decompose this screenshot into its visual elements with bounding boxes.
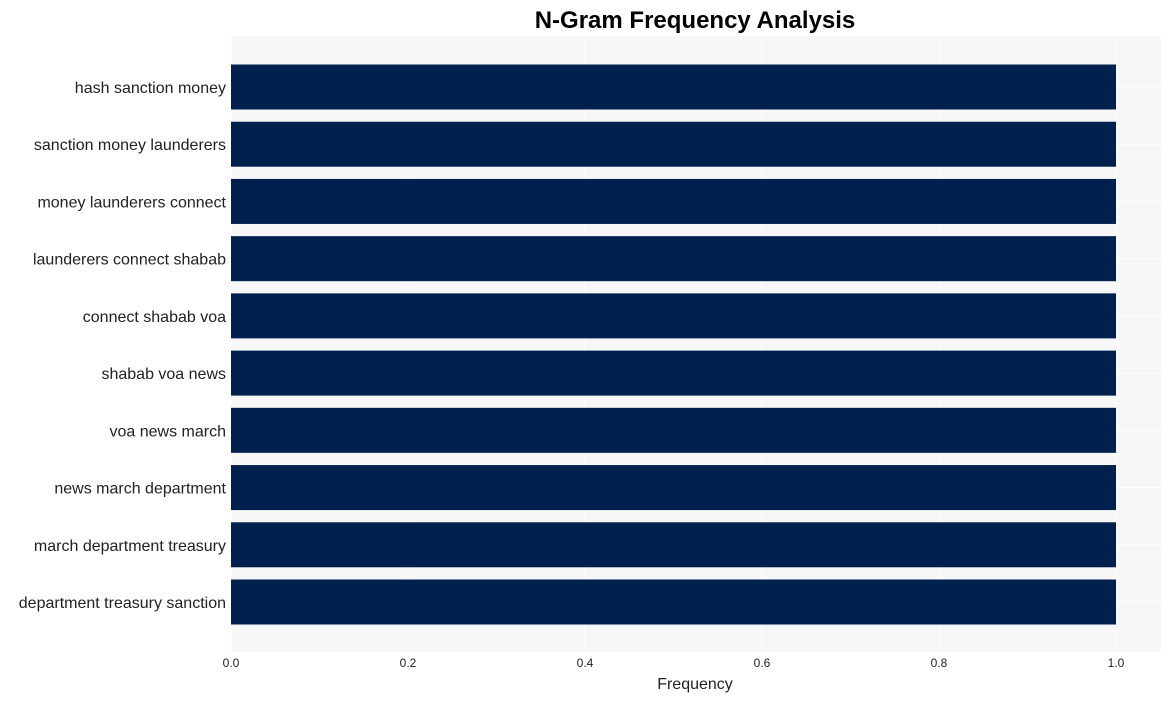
chart-title: N-Gram Frequency Analysis: [535, 7, 856, 34]
bar: [231, 407, 1116, 453]
y-tick-label: voa news march: [110, 423, 227, 440]
y-tick-label: march department treasury: [34, 538, 226, 555]
y-tick-label: department treasury sanction: [19, 595, 226, 612]
bar: [231, 64, 1116, 110]
bar: [231, 350, 1116, 396]
y-tick-label: launderers connect shabab: [33, 252, 226, 269]
y-tick-label: sanction money launderers: [34, 137, 226, 154]
bar: [231, 236, 1116, 282]
x-tick-label: 0.6: [754, 656, 771, 670]
y-tick-label: shabab voa news: [101, 366, 226, 383]
y-tick-label: money launderers connect: [37, 194, 226, 211]
x-tick-label: 1.0: [1108, 656, 1125, 670]
x-tick-label: 0.0: [223, 656, 240, 670]
x-tick-labels: 0.0 0.2 0.4 0.6 0.8 1.0: [223, 656, 1125, 670]
bar: [231, 293, 1116, 339]
y-tick-label: news march department: [54, 481, 226, 498]
bar: [231, 465, 1116, 511]
y-tick-labels: hash sanction money sanction money launde…: [19, 80, 227, 612]
y-tick-label: hash sanction money: [75, 80, 226, 97]
x-tick-label: 0.4: [577, 656, 594, 670]
y-tick-label: connect shabab voa: [83, 309, 226, 326]
bar: [231, 522, 1116, 568]
x-axis-label: Frequency: [657, 676, 733, 693]
bar: [231, 121, 1116, 167]
bar: [231, 579, 1116, 625]
x-tick-label: 0.2: [400, 656, 417, 670]
bar: [231, 178, 1116, 224]
chart: hash sanction money sanction money launde…: [19, 7, 1161, 693]
x-tick-label: 0.8: [931, 656, 948, 670]
